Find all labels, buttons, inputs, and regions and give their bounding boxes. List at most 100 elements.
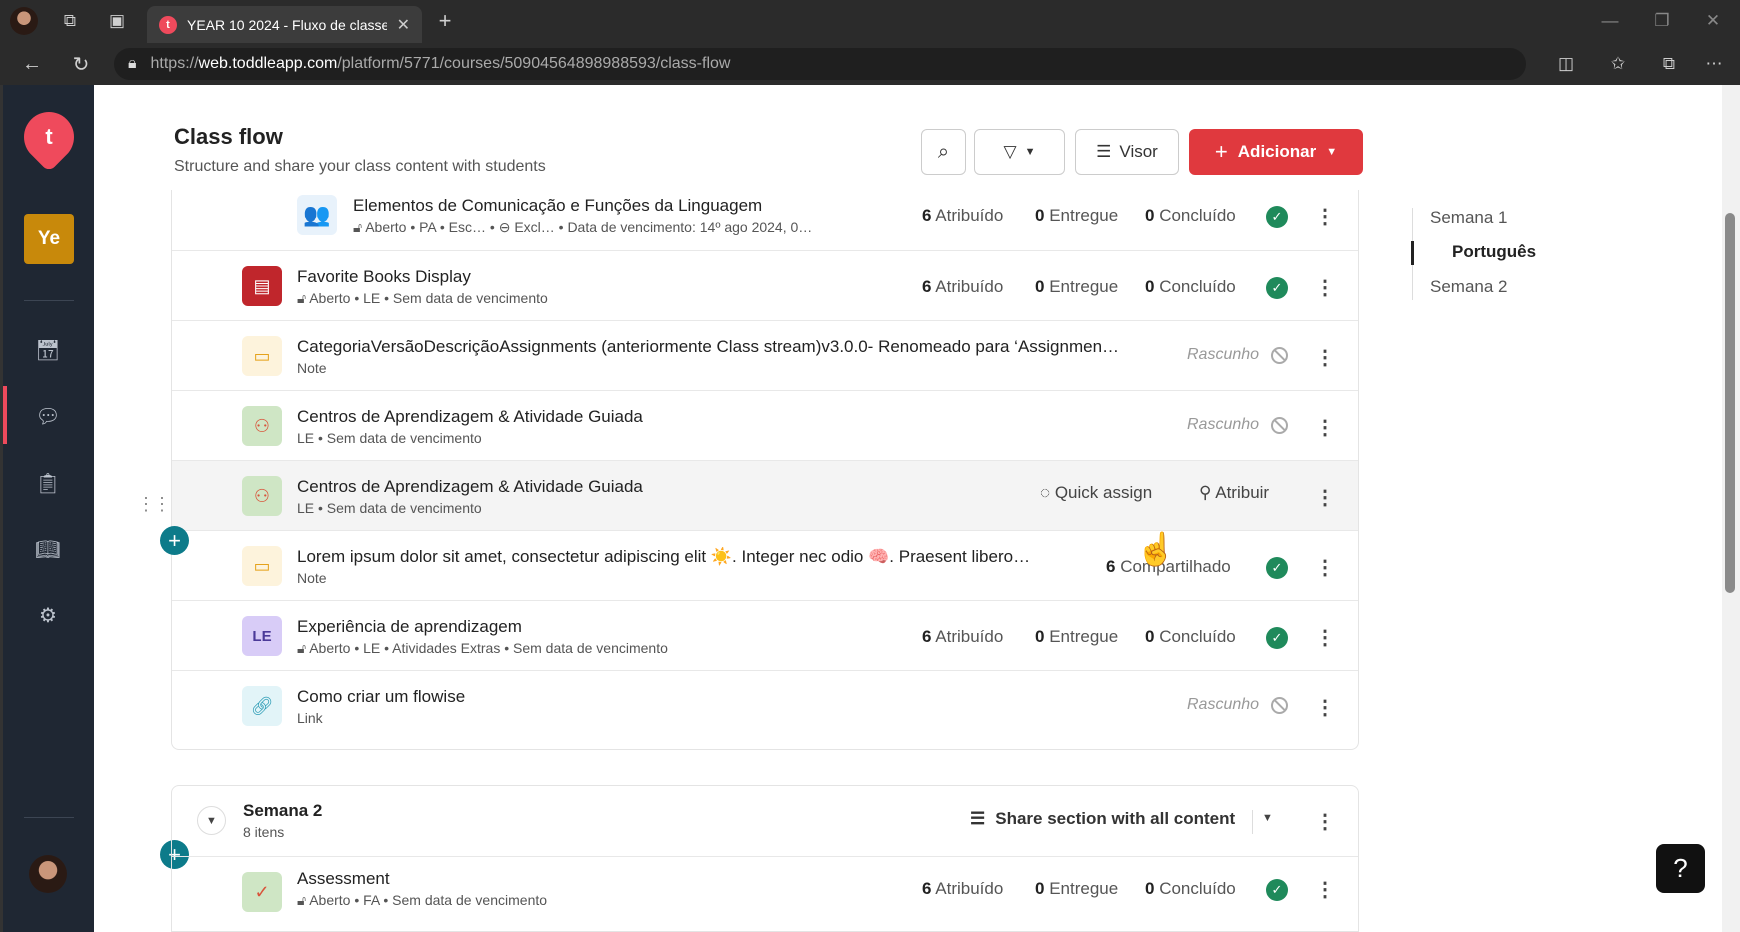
help-button[interactable]: ? [1656, 844, 1705, 893]
assigned-label: Atribuído [935, 879, 1004, 898]
note-icon: ▭ [242, 336, 282, 376]
tab-actions-icon[interactable]: ▣ [103, 7, 131, 35]
assign-label: Atribuir [1215, 483, 1270, 502]
link-icon: 🔗︎ [242, 686, 282, 726]
item-meta-text: Aberto • LE • Sem data de vencimento [309, 290, 548, 306]
sliders-icon: ☰ [1096, 142, 1112, 161]
item-meta-text: Aberto • FA • Sem data de vencimento [309, 892, 548, 908]
done-number: 0 [1145, 627, 1155, 646]
scrollbar-thumb[interactable] [1725, 213, 1735, 593]
lock-open-icon: 🔓︎ [353, 219, 366, 235]
restore-icon[interactable]: ❐ [1648, 7, 1676, 35]
more-options-icon[interactable]: ⋮ [1315, 484, 1335, 512]
add-item-button[interactable]: + [160, 526, 189, 555]
draft-status: Rascunho [1187, 346, 1260, 363]
browser-tab-bar: ⧉ ▣ t YEAR 10 2024 - Fluxo de classe ✕ +… [0, 0, 1740, 43]
delivered-number: 0 [1035, 879, 1045, 898]
workspaces-icon[interactable]: ⧉ [56, 7, 84, 35]
user-avatar[interactable] [29, 855, 67, 893]
tab-close-icon[interactable]: ✕ [397, 15, 410, 35]
lock-open-icon: 🔓︎ [297, 892, 310, 908]
more-options-icon[interactable]: ⋮ [1315, 808, 1335, 836]
list-item[interactable]: ▭ Lorem ipsum dolor sit amet, consectetu… [172, 530, 1358, 600]
toc-item-portugues[interactable]: Português [1452, 242, 1536, 262]
list-item[interactable]: ▤ Favorite Books Display 🔓︎ Aberto • LE … [172, 250, 1358, 320]
add-button[interactable]: + Adicionar ▼ [1189, 129, 1363, 175]
refresh-icon[interactable]: ↻ [67, 50, 95, 78]
more-options-icon[interactable]: ⋮ [1315, 554, 1335, 582]
done-label: Concluído [1159, 277, 1236, 296]
item-meta-text: Aberto • LE • Atividades Extras • Sem da… [309, 640, 668, 656]
item-meta: LE • Sem data de vencimento [297, 500, 482, 516]
hand-cursor-icon: ☝ [1136, 531, 1176, 567]
more-options-icon[interactable]: ⋮ [1315, 694, 1335, 722]
person-doc-icon[interactable]: 📋︎ [34, 469, 62, 497]
list-item[interactable]: ⚇ Centros de Aprendizagem & Atividade Gu… [172, 390, 1358, 460]
more-options-icon[interactable]: ⋮ [1315, 344, 1335, 372]
more-options-icon[interactable]: ⋮ [1315, 876, 1335, 904]
url-prefix: https:// [150, 55, 199, 72]
profile-avatar-icon[interactable] [10, 7, 38, 35]
new-tab-icon[interactable]: + [431, 7, 459, 35]
browser-menu-icon[interactable]: ⋯ [1700, 50, 1728, 78]
window-close-icon[interactable]: ✕ [1699, 7, 1727, 35]
url-field[interactable]: 🔒︎ https://web.toddleapp.com/platform/57… [114, 48, 1526, 80]
assigned-number: 6 [922, 206, 932, 225]
visor-button[interactable]: ☰ Visor [1075, 129, 1179, 175]
assign-button[interactable]: ⚲ Atribuir [1199, 483, 1269, 503]
delivered-label: Entregue [1049, 277, 1119, 296]
book-icon[interactable]: 📖︎ [34, 535, 62, 563]
minimize-icon[interactable]: — [1596, 7, 1624, 35]
share-dropdown-icon[interactable]: ▼ [1262, 812, 1273, 824]
share-section-button[interactable]: ☰ Share section with all content [970, 809, 1235, 829]
collapse-chevron-icon[interactable]: ▼ [197, 806, 226, 835]
logo-letter: t [45, 124, 53, 149]
more-options-icon[interactable]: ⋮ [1315, 414, 1335, 442]
list-item[interactable]: LE Experiência de aprendizagem 🔓︎ Aberto… [172, 600, 1358, 670]
add-label: Adicionar [1237, 142, 1317, 161]
draft-status: Rascunho [1187, 416, 1260, 433]
search-button[interactable]: ⌕ [921, 129, 966, 175]
list-item[interactable]: ▭ CategoriaVersãoDescriçãoAssignments (a… [172, 320, 1358, 390]
calendar-icon[interactable]: 📅︎ [34, 336, 62, 364]
list-item-hovered[interactable]: ⚇ Centros de Aprendizagem & Atividade Gu… [172, 460, 1358, 530]
item-meta: LE • Sem data de vencimento [297, 430, 482, 446]
assigned-label: Atribuído [935, 627, 1004, 646]
assigned-count: 6 Atribuído [922, 206, 1003, 226]
course-badge[interactable]: Ye [24, 214, 74, 264]
more-options-icon[interactable]: ⋮ [1315, 624, 1335, 652]
item-title: Assessment [297, 869, 390, 888]
class-flow-list: 👥 Elementos de Comunicação e Funções da … [171, 190, 1359, 750]
filter-button[interactable]: ▽ ▼ [974, 129, 1065, 175]
gear-icon[interactable]: ⚙︎ [34, 601, 62, 629]
list-item[interactable]: ✓ Assessment 🔓︎ Aberto • FA • Sem data d… [172, 856, 1358, 926]
drag-handle-icon[interactable]: ⋮⋮ [137, 494, 171, 515]
assigned-label: Atribuído [935, 277, 1004, 296]
item-meta: 🔓︎ Aberto • LE • Sem data de vencimento [297, 290, 548, 307]
done-number: 0 [1145, 879, 1155, 898]
back-icon[interactable]: ← [18, 50, 46, 78]
more-options-icon[interactable]: ⋮ [1315, 274, 1335, 302]
assessment-icon: ✓ [242, 872, 282, 912]
collections-icon[interactable]: ⧉ [1655, 50, 1683, 78]
lock-open-icon: 🔓︎ [297, 290, 310, 306]
list-item[interactable]: 👥 Elementos de Comunicação e Funções da … [172, 190, 1358, 250]
browser-tab[interactable]: t YEAR 10 2024 - Fluxo de classe ✕ [147, 6, 422, 43]
list-item[interactable]: 🔗︎ Como criar um flowise Link Rascunho ⋮ [172, 670, 1358, 740]
toc-item-semana-1[interactable]: Semana 1 [1430, 208, 1508, 228]
sidebar-active-indicator [3, 386, 7, 444]
chat-icon[interactable]: 💬︎ [34, 402, 62, 430]
toc-item-semana-2[interactable]: Semana 2 [1430, 277, 1508, 297]
toddle-logo[interactable]: t [13, 101, 85, 173]
divider [1252, 810, 1253, 834]
share-section-label: Share section with all content [995, 809, 1236, 828]
published-check-icon: ✓ [1266, 879, 1288, 901]
more-options-icon[interactable]: ⋮ [1315, 203, 1335, 231]
delivered-label: Entregue [1049, 206, 1119, 225]
learning-centers-icon: ⚇ [242, 406, 282, 446]
quick-assign-button[interactable]: ◌ Quick assign [1040, 483, 1152, 503]
done-label: Concluído [1159, 627, 1236, 646]
assigned-number: 6 [922, 879, 932, 898]
toc-active-indicator [1411, 241, 1414, 265]
split-screen-icon[interactable]: ◫ [1552, 50, 1580, 78]
